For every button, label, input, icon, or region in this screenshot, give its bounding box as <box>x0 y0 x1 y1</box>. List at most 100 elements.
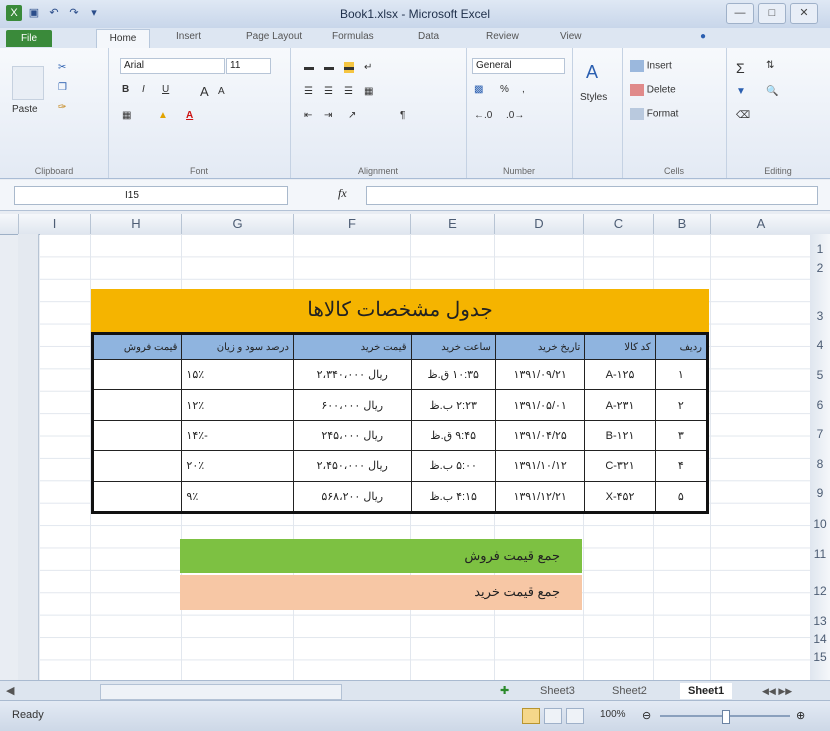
column-header-g[interactable]: G <box>181 214 293 234</box>
column-header-d[interactable]: D <box>494 214 583 234</box>
sheet-nav-first-icon[interactable]: ◀ <box>6 683 14 699</box>
cell-product-code[interactable]: X-۴۵۲ <box>584 480 656 514</box>
row-header[interactable]: 6 <box>810 398 830 412</box>
row-header[interactable]: 13 <box>810 614 830 628</box>
cell-row-number[interactable]: ۳ <box>654 419 709 452</box>
grow-font-button[interactable]: A <box>200 84 209 99</box>
row-header[interactable]: 2 <box>810 261 830 275</box>
header-product-code[interactable]: کد کالا <box>584 333 656 360</box>
cell-profit-percent[interactable]: ۹٪ <box>181 480 294 514</box>
decrease-indent-icon[interactable]: ⇤ <box>304 110 312 121</box>
cell-sale-price[interactable] <box>91 389 183 421</box>
cell-product-code[interactable]: C-۳۲۱ <box>584 450 656 482</box>
shrink-font-button[interactable]: A <box>218 86 225 97</box>
zoom-slider-thumb[interactable] <box>722 710 730 724</box>
paste-icon[interactable] <box>12 66 44 100</box>
total-sale-cell[interactable]: جمع قیمت فروش <box>180 539 582 573</box>
cell-purchase-time[interactable]: ۴:۱۵ ب.ظ <box>410 480 496 514</box>
find-select-icon[interactable]: 🔍 <box>766 86 778 97</box>
cell-sale-price[interactable] <box>91 480 183 514</box>
format-painter-icon[interactable]: ✑ <box>58 102 66 113</box>
maximize-button[interactable]: □ <box>758 3 786 24</box>
cut-icon[interactable]: ✂ <box>58 62 66 73</box>
cell-purchase-date[interactable]: ۱۳۹۱/۱۰/۱۲ <box>494 450 586 482</box>
cell-purchase-date[interactable]: ۱۳۹۱/۱۲/۲۱ <box>494 480 586 514</box>
tab-formulas[interactable]: Formulas <box>332 31 374 42</box>
close-button[interactable]: ✕ <box>790 3 818 24</box>
column-header-c[interactable]: C <box>583 214 653 234</box>
column-header-a[interactable]: A <box>710 214 811 234</box>
cell-profit-percent[interactable]: ۱۵٪ <box>181 358 294 391</box>
column-header-f[interactable]: F <box>293 214 410 234</box>
column-header-b[interactable]: B <box>653 214 710 234</box>
cell-profit-percent[interactable]: ۲۰٪ <box>181 450 294 482</box>
insert-cells-button[interactable]: Insert <box>630 60 672 72</box>
borders-icon[interactable]: ▦ <box>122 110 131 121</box>
zoom-level[interactable]: 100% <box>600 709 626 720</box>
name-box[interactable]: I15 <box>14 186 288 205</box>
header-sale-price[interactable]: قیمت فروش <box>91 333 183 360</box>
cell-purchase-price[interactable]: ریال ۵۶۸،۲۰۰ <box>292 480 412 514</box>
tab-file[interactable]: File <box>6 30 52 47</box>
styles-icon[interactable]: A <box>586 62 598 83</box>
text-direction-icon[interactable]: ¶ <box>400 110 405 121</box>
tab-review[interactable]: Review <box>486 31 519 42</box>
cell-purchase-time[interactable]: ۵:۰۰ ب.ظ <box>410 450 496 482</box>
top-align-icon[interactable]: ▬ <box>304 62 314 73</box>
cell-purchase-time[interactable]: ۲:۲۳ ب.ظ <box>410 389 496 421</box>
header-profit-percent[interactable]: درصد سود و زیان <box>181 333 294 360</box>
cell-sale-price[interactable] <box>91 419 183 452</box>
row-header[interactable]: 14 <box>810 632 830 646</box>
cell-purchase-time[interactable]: ۱۰:۳۵ ق.ظ <box>410 358 496 391</box>
paste-button[interactable]: Paste <box>12 104 38 115</box>
header-purchase-time[interactable]: ساعت خرید <box>410 333 496 360</box>
delete-cells-button[interactable]: Delete <box>630 84 676 96</box>
tab-data[interactable]: Data <box>418 31 439 42</box>
row-header[interactable]: 15 <box>810 650 830 664</box>
tab-view[interactable]: View <box>560 31 582 42</box>
table-title[interactable]: جدول مشخصات کالاها <box>91 289 709 332</box>
tab-home[interactable]: Home <box>96 29 150 49</box>
column-header-e[interactable]: E <box>410 214 494 234</box>
orientation-icon[interactable]: ↗ <box>348 110 356 121</box>
formula-input[interactable] <box>366 186 818 205</box>
styles-button[interactable]: Styles <box>580 92 607 103</box>
fill-icon[interactable]: ▼ <box>736 86 746 97</box>
row-header[interactable]: 5 <box>810 368 830 382</box>
merge-center-icon[interactable]: ▦ <box>364 86 373 97</box>
cell-product-code[interactable]: B-۱۲۱ <box>584 419 656 452</box>
autosum-icon[interactable]: Σ <box>736 60 745 76</box>
row-header[interactable]: 11 <box>810 547 830 561</box>
wrap-text-icon[interactable]: ↵ <box>364 62 372 73</box>
cell-product-code[interactable]: A-۲۳۱ <box>584 389 656 421</box>
page-layout-view-icon[interactable] <box>544 708 562 724</box>
font-size-combo[interactable]: 11 <box>226 58 271 74</box>
help-icon[interactable]: ● <box>700 31 706 42</box>
row-header[interactable]: 4 <box>810 338 830 352</box>
format-cells-button[interactable]: Format <box>630 108 678 120</box>
row-header[interactable]: 1 <box>810 242 830 256</box>
fill-color-icon[interactable]: ▲ <box>158 110 168 121</box>
comma-style-button[interactable]: , <box>522 84 525 95</box>
sheet-tab-sheet2[interactable]: Sheet2 <box>612 683 647 699</box>
zoom-in-icon[interactable]: ⊕ <box>796 709 805 722</box>
row-header[interactable]: 9 <box>810 486 830 500</box>
cell-purchase-date[interactable]: ۱۳۹۱/۰۴/۲۵ <box>494 419 586 452</box>
vertical-scrollbar[interactable] <box>18 234 39 680</box>
italic-button[interactable]: I <box>142 84 145 95</box>
increase-indent-icon[interactable]: ⇥ <box>324 110 332 121</box>
header-row-number[interactable]: ردیف <box>654 333 709 360</box>
select-all-corner[interactable] <box>0 214 18 234</box>
cell-row-number[interactable]: ۱ <box>654 358 709 391</box>
row-header[interactable]: 7 <box>810 427 830 441</box>
insert-sheet-icon[interactable]: ✚ <box>500 683 509 699</box>
sheet-tab-sheet1[interactable]: Sheet1 <box>680 683 733 699</box>
sheet-nav-arrows-icon[interactable]: ◀◀ ▶▶ <box>762 683 792 699</box>
column-header-i[interactable]: I <box>18 214 90 234</box>
cell-purchase-date[interactable]: ۱۳۹۱/۰۵/۰۱ <box>494 389 586 421</box>
cell-profit-percent[interactable]: ۱۲٪ <box>181 389 294 421</box>
cell-purchase-price[interactable]: ریال ۲،۳۴۰،۰۰۰ <box>292 358 412 391</box>
bottom-align-icon[interactable]: ▬ <box>344 62 354 73</box>
number-format-combo[interactable]: General <box>472 58 565 74</box>
minimize-button[interactable]: — <box>726 3 754 24</box>
